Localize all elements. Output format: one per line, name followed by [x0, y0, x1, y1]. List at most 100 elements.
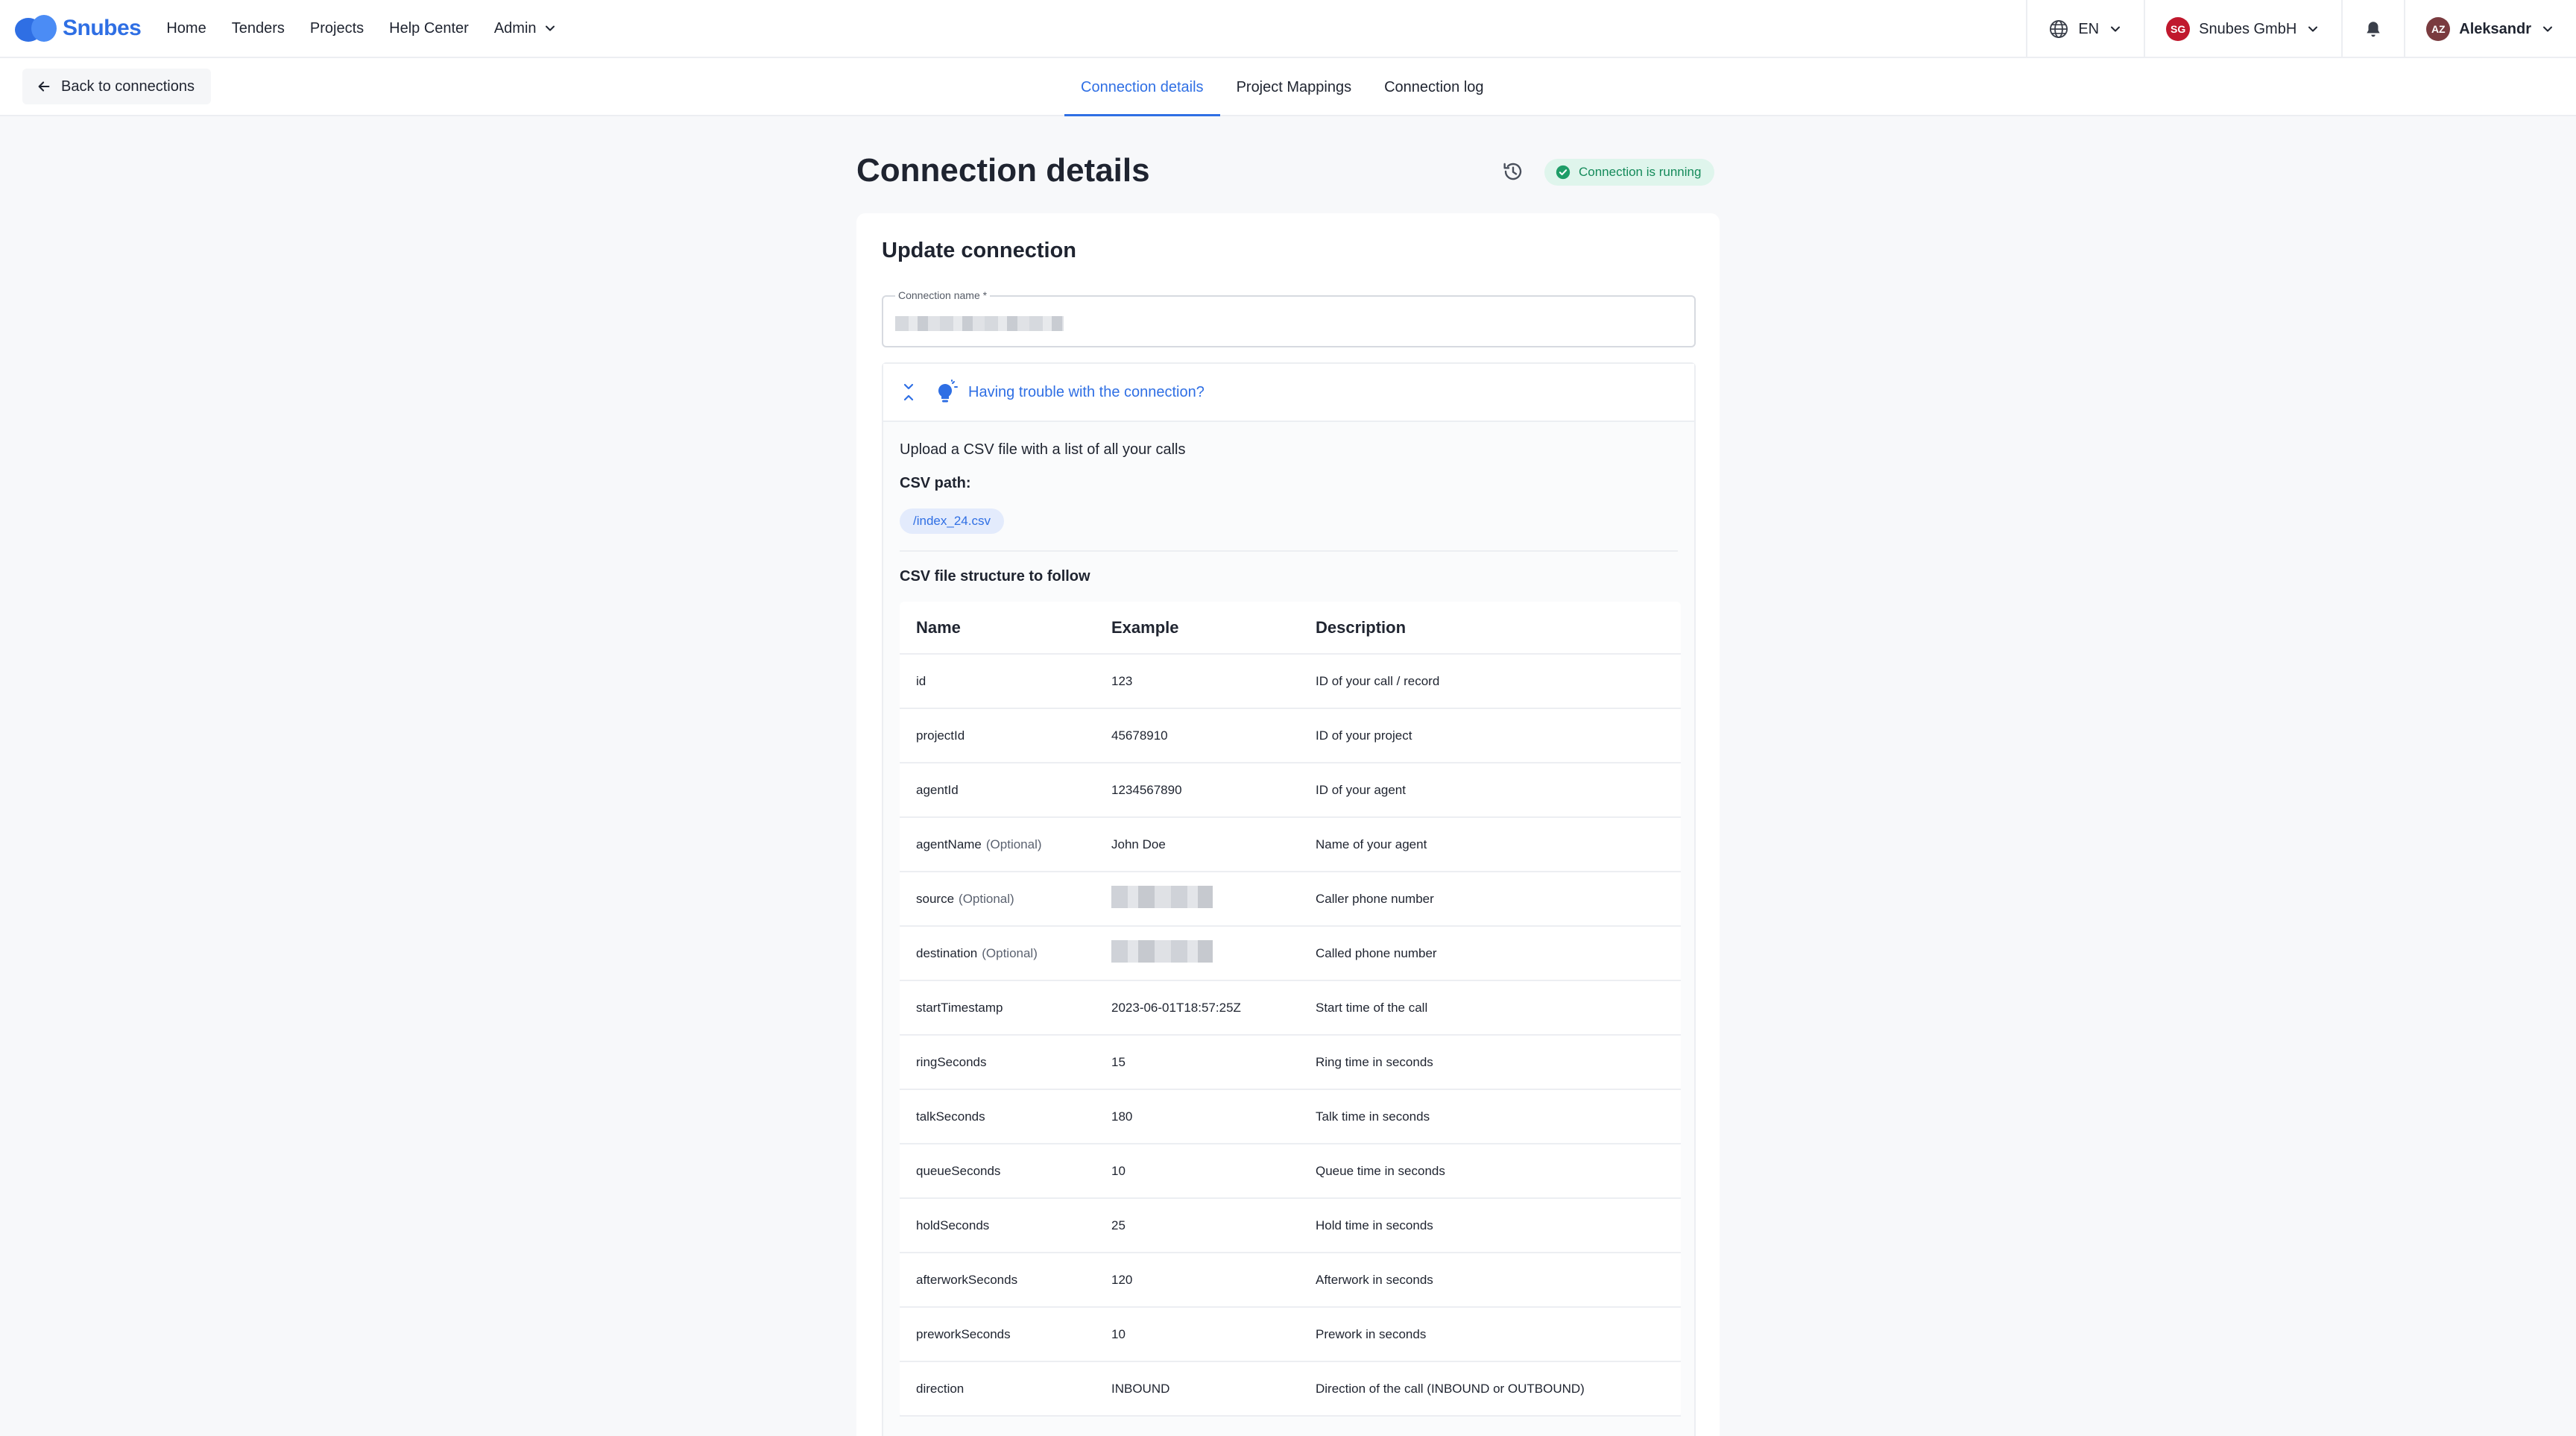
field-description: Name of your agent [1316, 837, 1427, 851]
avatar: AZ [2426, 17, 2451, 41]
back-to-connections-button[interactable]: Back to connections [22, 69, 211, 104]
notifications-button[interactable] [2341, 0, 2404, 58]
field-name: queueSeconds [916, 1163, 1001, 1178]
field-name: agentId [916, 782, 959, 797]
brand-name: Snubes [63, 16, 142, 40]
optional-label: (Optional) [959, 891, 1014, 906]
nav-right-area: EN SG Snubes GmbH AZ Aleksandr [2026, 0, 2576, 58]
company-avatar: SG [2166, 17, 2191, 41]
troubleshooting-panel: Having trouble with the connection? Uplo… [882, 362, 1696, 1436]
field-example: 123 [1111, 673, 1133, 688]
field-description: Talk time in seconds [1316, 1109, 1430, 1124]
troubleshooting-title[interactable]: Having trouble with the connection? [968, 384, 1205, 401]
field-example: 10 [1111, 1163, 1126, 1178]
top-navigation: Snubes Home Tenders Projects Help Center… [0, 0, 2576, 58]
connection-tabs: Connection details Project Mappings Conn… [1064, 58, 1500, 116]
chevron-down-icon [2308, 26, 2318, 32]
redacted-value [1111, 886, 1213, 908]
field-example: 2023-06-01T18:57:25Z [1111, 1000, 1241, 1015]
field-example: 25 [1111, 1218, 1126, 1232]
company-name: Snubes GmbH [2199, 20, 2297, 37]
nav-link-admin[interactable]: Admin [494, 20, 558, 37]
arrow-left-icon [38, 81, 50, 92]
table-row: source (Optional) Caller phone number [900, 872, 1681, 927]
column-header-name: Name [916, 617, 961, 637]
field-example: 10 [1111, 1326, 1126, 1341]
field-example-redacted [1111, 886, 1316, 912]
check-circle-icon [1556, 165, 1570, 180]
field-description: ID of your call / record [1316, 673, 1440, 688]
field-name: source [916, 891, 955, 906]
nav-link-home[interactable]: Home [166, 20, 206, 37]
back-button-label: Back to connections [61, 78, 195, 95]
user-name: Aleksandr [2459, 20, 2531, 37]
table-row: startTimestamp 2023-06-01T18:57:25Z Star… [900, 981, 1681, 1036]
column-header-description: Description [1316, 617, 1407, 637]
csv-path-label: CSV path: [900, 475, 971, 491]
field-description: Start time of the call [1316, 1000, 1428, 1015]
sub-header: Back to connections Connection details P… [0, 58, 2576, 116]
snubes-logo-icon [15, 15, 57, 42]
csv-path-chip[interactable]: /index_24.csv [900, 508, 1004, 534]
field-description: ID of your project [1316, 728, 1412, 743]
field-example: 180 [1111, 1109, 1133, 1124]
field-description: Ring time in seconds [1316, 1054, 1433, 1069]
field-name: ringSeconds [916, 1054, 987, 1069]
table-row: holdSeconds 25 Hold time in seconds [900, 1199, 1681, 1253]
field-description: Caller phone number [1316, 891, 1434, 906]
field-name: holdSeconds [916, 1218, 990, 1232]
table-row: agentName (Optional) John Doe Name of you… [900, 818, 1681, 872]
table-row: destination (Optional) Called phone numbe… [900, 927, 1681, 981]
field-example: 1234567890 [1111, 782, 1182, 797]
tab-connection-log[interactable]: Connection log [1368, 58, 1500, 116]
field-name: talkSeconds [916, 1109, 985, 1124]
field-name: direction [916, 1381, 965, 1396]
lightbulb-icon [938, 380, 958, 403]
table-row: queueSeconds 10 Queue time in seconds [900, 1144, 1681, 1199]
tab-project-mappings[interactable]: Project Mappings [1220, 58, 1368, 116]
update-connection-card: Update connection Connection name * Havi… [856, 213, 1720, 1436]
field-name: startTimestamp [916, 1000, 1003, 1015]
tab-connection-details[interactable]: Connection details [1064, 58, 1220, 116]
collapse-icon[interactable] [900, 382, 918, 403]
field-example-redacted [1111, 940, 1316, 966]
troubleshooting-header[interactable]: Having trouble with the connection? [883, 364, 1694, 422]
table-row: agentId 1234567890 ID of your agent [900, 763, 1681, 818]
field-example: INBOUND [1111, 1381, 1170, 1396]
card-title: Update connection [882, 239, 1077, 262]
user-menu[interactable]: AZ Aleksandr [2404, 0, 2576, 58]
nav-link-help-center[interactable]: Help Center [389, 20, 469, 37]
page-title: Connection details [856, 152, 1150, 189]
status-text: Connection is running [1579, 165, 1702, 179]
troubleshooting-body: Upload a CSV file with a list of all you… [883, 441, 1694, 1417]
company-selector[interactable]: SG Snubes GmbH [2144, 0, 2341, 58]
table-row: afterworkSeconds 120 Afterwork in second… [900, 1253, 1681, 1308]
history-icon[interactable] [1501, 160, 1525, 183]
optional-label: (Optional) [982, 945, 1038, 960]
field-description: Prework in seconds [1316, 1326, 1427, 1341]
bell-icon [2367, 22, 2380, 37]
field-description: Called phone number [1316, 945, 1437, 960]
column-header-example: Example [1111, 617, 1179, 637]
connection-name-value-redacted [895, 316, 1064, 331]
field-description: Afterwork in seconds [1316, 1272, 1433, 1287]
field-description: Queue time in seconds [1316, 1163, 1445, 1178]
connection-name-label: Connection name * [895, 289, 991, 301]
brand-logo[interactable]: Snubes [15, 0, 142, 57]
connection-name-field[interactable]: Connection name * [882, 289, 1696, 347]
status-badge: Connection is running [1544, 159, 1715, 186]
field-name: destination [916, 945, 978, 960]
field-name: agentName [916, 837, 982, 851]
field-description: Hold time in seconds [1316, 1218, 1433, 1232]
language-label: EN [2078, 20, 2100, 37]
table-row: talkSeconds 180 Talk time in seconds [900, 1090, 1681, 1144]
language-selector[interactable]: EN [2026, 0, 2144, 58]
field-name-cell: source (Optional) [900, 892, 1111, 907]
csv-structure-table: Name Example Description id 123 ID of yo… [900, 602, 1681, 1417]
csv-structure-title: CSV file structure to follow [900, 568, 1090, 585]
table-row: ringSeconds 15 Ring time in seconds [900, 1036, 1681, 1090]
field-name: projectId [916, 728, 965, 743]
nav-link-tenders[interactable]: Tenders [232, 20, 285, 37]
nav-link-projects[interactable]: Projects [310, 20, 364, 37]
table-row: preworkSeconds 10 Prework in seconds [900, 1308, 1681, 1362]
